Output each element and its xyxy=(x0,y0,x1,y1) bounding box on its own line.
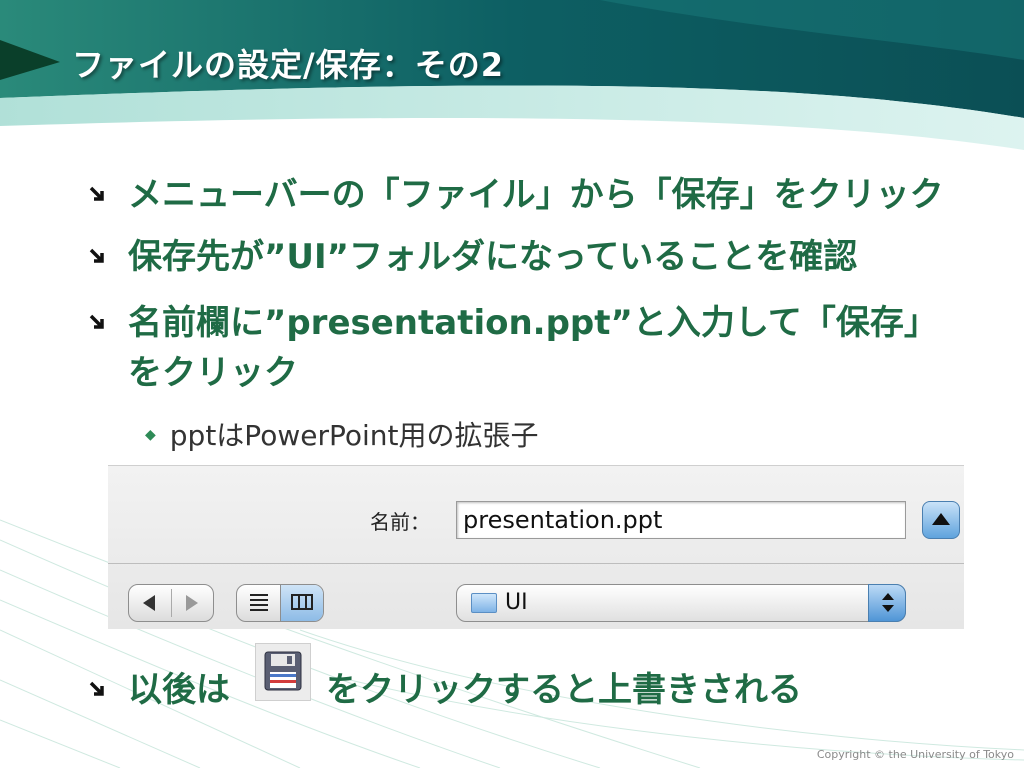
slide-title: ファイルの設定/保存：その2 xyxy=(72,46,504,84)
view-mode-buttons xyxy=(236,584,324,622)
bullet-text-prefix: 以後は xyxy=(128,670,230,710)
sub-bullet: ◆ pptはPowerPoint用の拡張子 xyxy=(145,414,539,454)
arrow-down-right-icon xyxy=(89,186,104,201)
diamond-icon: ◆ xyxy=(145,427,156,443)
bullet-text: 保存先が”UI”フォルダになっていることを確認 xyxy=(128,237,858,277)
save-button[interactable] xyxy=(255,643,311,701)
bullet-text-suffix: をクリックすると上書きされる xyxy=(326,670,802,710)
forward-button[interactable] xyxy=(172,585,214,621)
bullet-text: 名前欄に”presentation.ppt”と入力して「保存」をクリック xyxy=(128,303,938,393)
back-arrow-icon xyxy=(143,595,155,611)
folder-icon xyxy=(471,593,497,613)
bullet-text: メニューバーの「ファイル」から「保存」をクリック xyxy=(128,175,944,215)
column-view-icon xyxy=(291,594,313,610)
filename-input[interactable]: presentation.ppt xyxy=(456,501,906,539)
chevron-down-icon xyxy=(882,605,894,612)
arrow-down-right-icon xyxy=(89,314,104,329)
chevron-up-icon xyxy=(882,593,894,600)
name-label: 名前： xyxy=(370,510,430,534)
navigation-buttons xyxy=(128,584,214,622)
sub-bullet-text: pptはPowerPoint用の拡張子 xyxy=(169,419,539,452)
copyright-text: Copyright © the University of Tokyo xyxy=(816,748,1014,761)
list-view-icon xyxy=(250,594,268,612)
arrow-down-right-icon xyxy=(89,681,104,696)
expand-dialog-button[interactable] xyxy=(922,501,960,539)
floppy-disk-save-icon xyxy=(264,651,302,691)
header-banner: ファイルの設定/保存：その2 xyxy=(0,0,1024,160)
column-view-button[interactable] xyxy=(280,585,323,621)
arrow-down-right-icon xyxy=(89,248,104,263)
back-button[interactable] xyxy=(129,585,171,621)
forward-arrow-icon xyxy=(186,595,198,611)
dialog-divider xyxy=(108,563,964,564)
list-view-button[interactable] xyxy=(237,585,280,621)
folder-name: UI xyxy=(505,590,528,615)
folder-select[interactable]: UI xyxy=(456,584,906,622)
save-dialog: 名前： presentation.ppt UI xyxy=(108,465,964,629)
folder-select-stepper[interactable] xyxy=(868,584,906,622)
